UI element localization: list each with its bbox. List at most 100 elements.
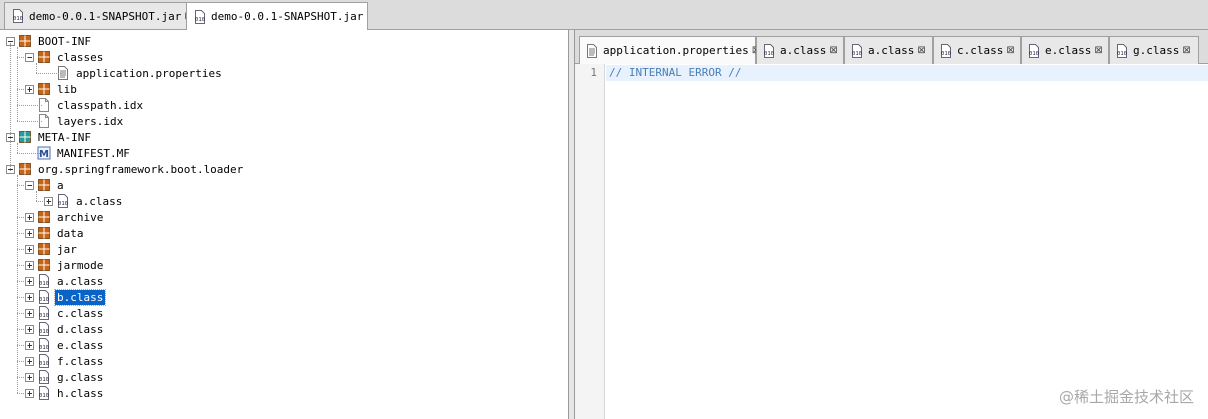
svg-text:010: 010 — [1117, 51, 1127, 57]
tree-connector — [17, 329, 28, 330]
jar-file-icon: 010 — [193, 9, 207, 24]
tree-node[interactable]: application.properties — [44, 65, 224, 81]
editor-tab[interactable]: 010 c.class ⊠ — [933, 36, 1021, 64]
code-line[interactable]: // INTERNAL ERROR // — [606, 65, 1208, 81]
tree-node-label: a — [57, 178, 64, 192]
svg-text:010: 010 — [39, 393, 49, 399]
tree-node[interactable]: archive — [25, 209, 105, 225]
class-file-icon: 010 — [37, 274, 51, 288]
class-file-icon: 010 — [37, 290, 51, 304]
tree-node-label: f.class — [57, 354, 104, 368]
svg-text:010: 010 — [39, 313, 49, 319]
tree-connector — [17, 393, 28, 394]
tree-node[interactable]: BOOT-INF — [6, 33, 93, 49]
tree-connector — [17, 153, 42, 154]
tree-node-label: layers.idx — [57, 114, 124, 128]
tree-node[interactable]: META-INF — [6, 129, 93, 145]
package-icon — [37, 178, 51, 192]
class-file-icon: 010 — [1027, 43, 1041, 58]
package-icon — [37, 242, 51, 256]
editor-tab-label: a.class — [868, 44, 915, 57]
tree-connector — [17, 233, 28, 234]
tree-connector — [17, 345, 28, 346]
tree-connector — [17, 281, 28, 282]
editor-tab-label: application.properties — [603, 44, 749, 57]
file-tab-bar: 010demo-0.0.1-SNAPSHOT.jar⊠010demo-0.0.1… — [0, 0, 1208, 30]
editor-tab[interactable]: 010 e.class ⊠ — [1021, 36, 1109, 64]
svg-text:010: 010 — [13, 16, 23, 22]
editor-tab[interactable]: 010 g.class ⊠ — [1109, 36, 1199, 64]
tree-guide-line — [10, 43, 11, 171]
tree-node[interactable]: 010 g.class — [25, 369, 105, 385]
svg-text:010: 010 — [39, 297, 49, 303]
class-file-icon: 010 — [37, 370, 51, 384]
svg-text:010: 010 — [764, 51, 774, 57]
tree-connector — [17, 89, 28, 90]
jar-file-icon: 010 — [11, 9, 25, 23]
tree-node-label: a.class — [76, 194, 123, 208]
line-number: 1 — [590, 66, 597, 79]
package-teal-icon — [18, 130, 32, 144]
package-icon — [37, 210, 51, 224]
tree-node[interactable]: data — [25, 225, 86, 241]
class-file-icon: 010 — [56, 194, 70, 208]
close-icon[interactable]: ⊠ — [917, 45, 925, 56]
tree-node[interactable]: 010 h.class — [25, 385, 105, 401]
svg-text:010: 010 — [39, 361, 49, 367]
svg-text:010: 010 — [39, 345, 49, 351]
tree-connector — [17, 297, 28, 298]
close-icon[interactable]: ⊠ — [1182, 45, 1190, 56]
tree-node-label: c.class — [57, 306, 104, 320]
class-file-icon: 010 — [37, 338, 51, 352]
tree-connector — [17, 377, 28, 378]
tree-node[interactable]: 010 a.class — [25, 273, 105, 289]
tree-guide-line — [36, 191, 37, 201]
watermark: @稀土掘金技术社区 — [1058, 388, 1194, 406]
svg-text:010: 010 — [941, 51, 951, 57]
tree-node-label: d.class — [57, 322, 104, 336]
package-icon — [37, 226, 51, 240]
class-file-icon: 010 — [37, 322, 51, 336]
tree-guide-line — [36, 63, 37, 73]
tree-connector — [17, 265, 28, 266]
code-text: // INTERNAL ERROR // — [609, 66, 742, 79]
tree-node[interactable]: 010 f.class — [25, 353, 105, 369]
tree-node[interactable]: classpath.idx — [25, 97, 145, 113]
tree-connector — [17, 57, 28, 58]
tree-node[interactable]: org.springframework.boot.loader — [6, 161, 245, 177]
tree-node[interactable]: 010 e.class — [25, 337, 105, 353]
tree-node-label: e.class — [57, 338, 104, 352]
tree-node-label: jarmode — [57, 258, 104, 272]
tree-node[interactable]: 010 d.class — [25, 321, 105, 337]
tree-node-label: classpath.idx — [57, 98, 144, 112]
tree-node[interactable]: 010 b.class — [25, 288, 107, 306]
file-tab-label: demo-0.0.1-SNAPSHOT.jar — [29, 9, 182, 23]
tree-node[interactable]: 010 a.class — [44, 193, 124, 209]
svg-text:010: 010 — [1029, 51, 1039, 57]
tree-connector — [17, 105, 42, 106]
class-file-icon: 010 — [850, 43, 864, 58]
close-icon[interactable]: ⊠ — [829, 45, 837, 56]
tree-guide-line — [17, 175, 18, 393]
editor-tab[interactable]: 010 a.class ⊠ — [756, 36, 844, 64]
tree-node[interactable]: 010 c.class — [25, 305, 105, 321]
tree-node[interactable]: lib — [25, 81, 79, 97]
tree-node[interactable]: jarmode — [25, 257, 105, 273]
editor-tab-bar: application.properties⊠010a.class⊠010a.c… — [575, 30, 1208, 64]
close-icon[interactable]: ⊠ — [1094, 45, 1102, 56]
file-tab[interactable]: 010demo-0.0.1-SNAPSHOT.jar⊠ — [4, 2, 198, 29]
svg-text:010: 010 — [39, 329, 49, 335]
jar-tree-pane[interactable]: BOOT-INF classes application.properties lib… — [0, 30, 569, 419]
class-file-icon: 010 — [37, 386, 51, 400]
editor-tab-label: a.class — [780, 44, 827, 57]
close-icon[interactable]: ⊠ — [1006, 45, 1014, 56]
editor-tab[interactable]: application.properties⊠ — [579, 36, 760, 64]
file-tab[interactable]: 010 demo-0.0.1-SNAPSHOT.jar — [186, 2, 369, 30]
tree-connector — [36, 73, 61, 74]
tree-node[interactable]: classes — [25, 49, 105, 65]
tree-connector — [36, 201, 47, 202]
editor-tab[interactable]: 010 a.class ⊠ — [844, 36, 933, 64]
tree-node[interactable]: jar — [25, 241, 79, 257]
tree-node[interactable]: a — [25, 177, 66, 193]
text-file-icon — [585, 43, 599, 58]
